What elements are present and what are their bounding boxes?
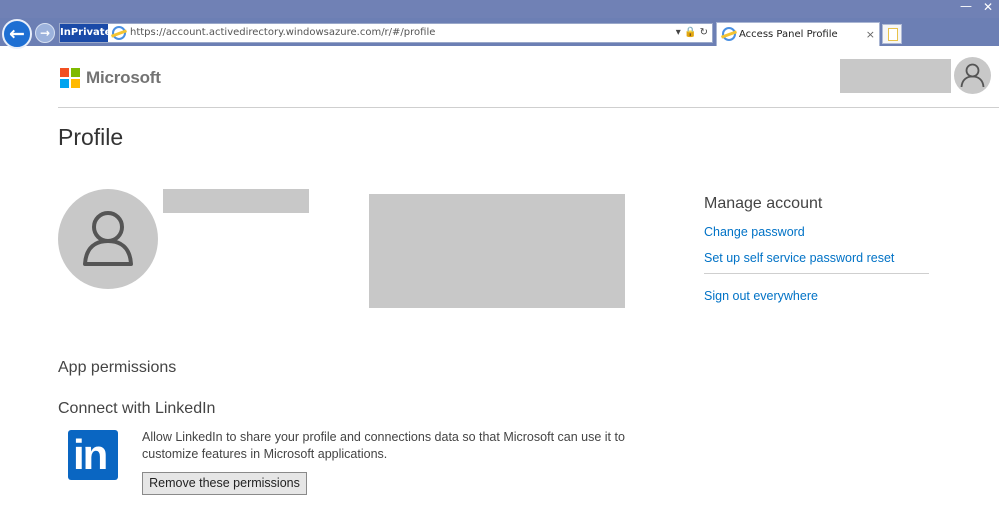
profile-details-redacted — [369, 194, 625, 308]
user-name-redacted — [840, 59, 951, 93]
linkedin-logo-icon: in — [68, 430, 118, 480]
back-arrow-icon: ← — [9, 22, 25, 45]
tab-access-panel-profile[interactable]: Access Panel Profile × — [716, 22, 880, 46]
address-bar[interactable]: InPrivate https://account.activedirector… — [59, 23, 713, 43]
address-tools[interactable]: ▾ 🔒 ↻ — [676, 24, 708, 42]
tab-close-icon[interactable]: × — [866, 23, 875, 47]
microsoft-logo-icon — [60, 68, 80, 88]
header-divider — [58, 107, 999, 108]
linkedin-logo-text: in — [73, 431, 108, 478]
sign-out-everywhere-link[interactable]: Sign out everywhere — [704, 289, 818, 303]
account-avatar[interactable] — [954, 57, 991, 94]
user-icon — [960, 63, 985, 88]
title-bar — [0, 0, 999, 18]
change-password-link[interactable]: Change password — [704, 225, 805, 239]
tab-title: Access Panel Profile — [739, 29, 838, 40]
user-icon — [83, 211, 133, 266]
tab-ie-icon — [722, 27, 736, 41]
linkedin-description: Allow LinkedIn to share your profile and… — [142, 430, 625, 461]
inprivate-badge: InPrivate — [60, 24, 111, 42]
back-button[interactable]: ← — [2, 19, 32, 49]
ie-icon — [112, 26, 126, 40]
self-service-password-reset-link[interactable]: Set up self service password reset — [704, 251, 894, 265]
close-window-button[interactable]: ✕ — [983, 1, 993, 13]
page-title: Profile — [58, 124, 124, 150]
profile-name-redacted — [163, 189, 309, 213]
manage-account-heading: Manage account — [704, 195, 823, 212]
url-text[interactable]: https://account.activedirectory.windowsa… — [130, 24, 435, 42]
minimize-button[interactable]: — — [960, 0, 972, 12]
remove-permissions-button[interactable]: Remove these permissions — [142, 472, 307, 495]
linkedin-heading: Connect with LinkedIn — [58, 400, 216, 417]
app-permissions-heading: App permissions — [58, 359, 177, 376]
new-tab-button[interactable] — [882, 24, 902, 44]
brand-name: Microsoft — [86, 68, 161, 87]
forward-button[interactable]: → — [35, 23, 55, 43]
manage-account-divider — [704, 273, 929, 274]
microsoft-logo[interactable]: Microsoft — [60, 68, 161, 88]
profile-avatar — [58, 189, 158, 289]
browser-chrome: — ✕ ← → InPrivate https://account.active… — [0, 0, 999, 49]
forward-arrow-icon: → — [39, 26, 51, 40]
